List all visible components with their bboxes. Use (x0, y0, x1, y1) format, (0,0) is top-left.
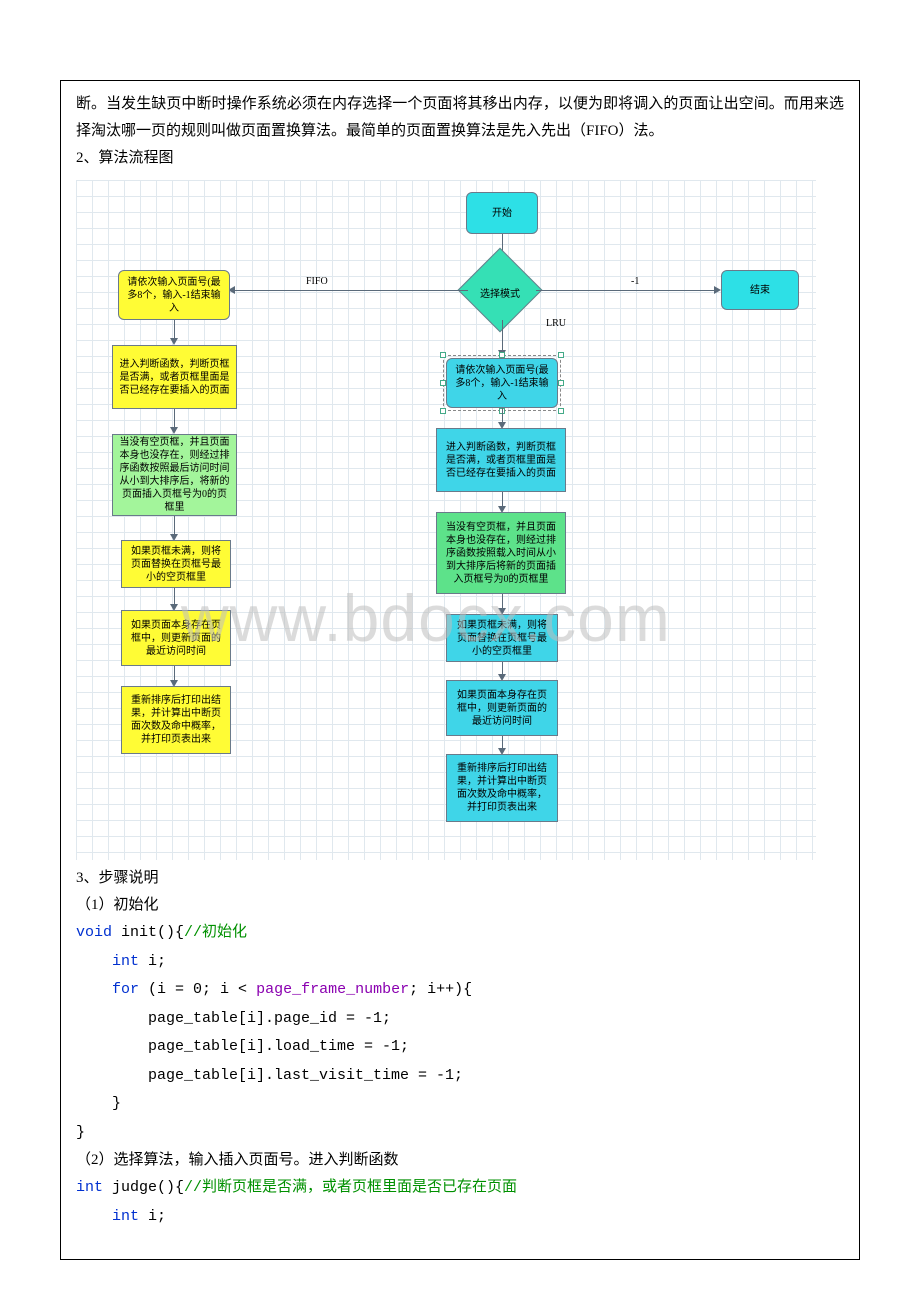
node-fifo-exists: 如果页面本身存在页框中，则更新页面的最近访问时间 (121, 610, 231, 666)
node-select-mode-label: 选择模式 (480, 285, 520, 300)
arrow-head (170, 338, 178, 345)
flowchart: www.bdocx.com 开始 选择模式 FIFO -1 结束 LRU 请依次… (76, 180, 816, 860)
section-3-title: 3、步骤说明 (76, 865, 844, 892)
code-block-init: void init(){//初始化 int i; for (i = 0; i <… (76, 919, 844, 1147)
node-lru-nofree: 当没有空页框，并且页面本身也没存在，则经过排序函数按照载入时间从小到大排序后将新… (436, 512, 566, 594)
node-lru-input: 请依次输入页面号(最多8个，输入-1结束输入 (446, 358, 558, 408)
section-3-2: （2）选择算法，输入插入页面号。进入判断函数 (76, 1147, 844, 1174)
arrow (234, 290, 468, 291)
edge-lru: LRU (546, 318, 566, 329)
code-const: page_frame_number (256, 981, 409, 998)
node-lru-judge: 进入判断函数，判断页框是否满，或者页框里面是否已经存在要插入的页面 (436, 428, 566, 492)
node-fifo-notfull: 如果页框未满，则将页面替换在页框号最小的空页框里 (121, 540, 231, 588)
code-text: (i = 0; i < (139, 981, 256, 998)
intro-paragraph: 断。当发生缺页中断时操作系统必须在内存选择一个页面将其移出内存，以便为即将调入的… (76, 91, 844, 145)
section-2-title: 2、算法流程图 (76, 145, 844, 172)
node-fifo-input: 请依次输入页面号(最多8个，输入-1结束输入 (118, 270, 230, 320)
code-text: ; i++){ (409, 981, 472, 998)
watermark: www.bdocx.com (181, 580, 671, 656)
page-border: 断。当发生缺页中断时操作系统必须在内存选择一个页面将其移出内存，以便为即将调入的… (60, 80, 860, 1260)
node-start: 开始 (466, 192, 538, 234)
node-fifo-nofree: 当没有空页框，并且页面本身也没存在，则经过排序函数按照最后访问时间从小到大排序后… (112, 434, 237, 516)
node-lru-print: 重新排序后打印出结果，并计算出中断页面次数及命中概率，并打印页表出来 (446, 754, 558, 822)
node-lru-exists: 如果页面本身存在页框中，则更新页面的最近访问时间 (446, 680, 558, 736)
node-fifo-judge: 进入判断函数，判断页框是否满，或者页框里面是否已经存在要插入的页面 (112, 345, 237, 409)
code-line: page_table[i].load_time = -1; (76, 1038, 409, 1055)
code-text: judge(){ (103, 1179, 184, 1196)
arrow-head (170, 427, 178, 434)
kw-for: for (112, 981, 139, 998)
section-3-1: （1）初始化 (76, 892, 844, 919)
code-line: page_table[i].page_id = -1; (76, 1010, 391, 1027)
node-fifo-print: 重新排序后打印出结果，并计算出中断页面次数及命中概率，并打印页表出来 (121, 686, 231, 754)
code-text: i; (139, 953, 166, 970)
kw-int: int (112, 1208, 139, 1225)
code-block-judge: int judge(){//判断页框是否满，或者页框里面是否已存在页面 int … (76, 1174, 844, 1231)
code-comment: //判断页框是否满，或者页框里面是否已存在页面 (184, 1179, 517, 1196)
edge-neg1: -1 (631, 276, 639, 287)
kw-int: int (76, 1179, 103, 1196)
code-text: init(){ (112, 924, 184, 941)
code-line: } (76, 1124, 85, 1141)
code-text: i; (139, 1208, 166, 1225)
kw-void: void (76, 924, 112, 941)
kw-int: int (112, 953, 139, 970)
node-lru-notfull: 如果页框未满，则将页面替换在页框号最小的空页框里 (446, 614, 558, 662)
code-line: page_table[i].last_visit_time = -1; (76, 1067, 463, 1084)
arrow (502, 320, 503, 354)
code-line: } (76, 1095, 121, 1112)
arrow-head (714, 286, 721, 294)
node-end: 结束 (721, 270, 799, 310)
arrow (536, 290, 716, 291)
edge-fifo: FIFO (306, 276, 328, 287)
code-comment: //初始化 (184, 924, 247, 941)
arrow-head (498, 350, 506, 357)
